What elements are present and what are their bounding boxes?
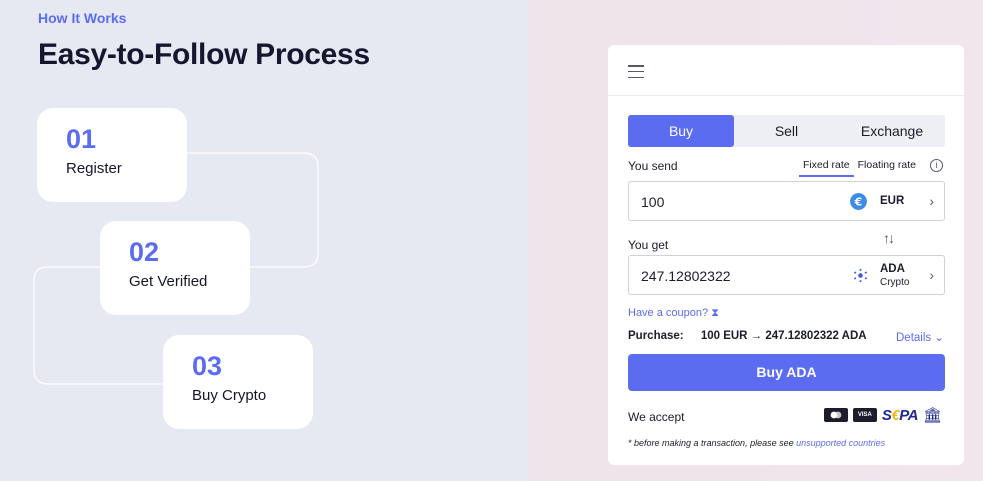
purchase-summary: Purchase: 100 EUR → 247.12802322 ADA xyxy=(628,330,867,342)
get-currency-code[interactable]: ADA xyxy=(880,263,905,275)
purchase-value: 100 EUR → 247.12802322 ADA xyxy=(700,330,867,342)
details-toggle[interactable]: Details ⌄ xyxy=(896,330,944,344)
chevron-down-icon: ⌄ xyxy=(934,332,944,344)
purchase-label: Purchase: xyxy=(628,330,684,342)
tag-icon: ⧗ xyxy=(711,307,719,319)
we-accept-label: We accept xyxy=(628,410,685,424)
step-number: 03 xyxy=(192,351,223,381)
details-label: Details xyxy=(896,332,932,344)
step-label: Get Verified xyxy=(129,273,208,290)
tab-buy[interactable]: Buy xyxy=(628,115,734,147)
step-card-register: 01 Register xyxy=(37,108,187,202)
tab-exchange[interactable]: Exchange xyxy=(839,115,945,147)
cardano-coin-icon xyxy=(854,268,867,283)
send-amount-field: 100 € EUR › xyxy=(628,181,945,221)
chevron-right-icon[interactable]: › xyxy=(929,267,934,283)
payment-methods: VISA S€PA 🏛 xyxy=(823,406,942,424)
you-send-label: You send xyxy=(628,159,678,173)
coupon-link[interactable]: Have a coupon? ⧗ xyxy=(628,307,719,320)
fixed-rate-option[interactable]: Fixed rate xyxy=(798,159,854,177)
mastercard-icon xyxy=(823,408,848,422)
step-number: 01 xyxy=(66,124,97,154)
euro-coin-icon: € xyxy=(850,193,867,210)
info-icon[interactable]: i xyxy=(930,159,943,172)
trade-mode-tabs: Buy Sell Exchange xyxy=(628,115,945,147)
step-label: Register xyxy=(66,160,122,177)
send-currency-code[interactable]: EUR xyxy=(880,195,904,207)
chevron-right-icon[interactable]: › xyxy=(929,193,934,209)
exchange-widget: Buy Sell Exchange You send Fixed rate Fl… xyxy=(608,45,964,465)
sepa-logo: S€PA xyxy=(881,406,919,424)
bank-icon: 🏛 xyxy=(922,407,942,424)
step-card-get-verified: 02 Get Verified xyxy=(100,221,250,315)
coupon-link-text: Have a coupon? xyxy=(628,307,709,319)
get-amount-value: 247.12802322 xyxy=(641,268,731,284)
step-card-buy-crypto: 03 Buy Crypto xyxy=(163,335,313,429)
floating-rate-option[interactable]: Floating rate xyxy=(854,159,920,177)
get-amount-field: 247.12802322 ADA Crypto › xyxy=(628,255,945,295)
you-get-label: You get xyxy=(628,238,669,252)
buy-ada-button[interactable]: Buy ADA xyxy=(628,354,945,391)
step-label: Buy Crypto xyxy=(192,387,267,404)
footnote-text: * before making a transaction, please se… xyxy=(628,438,794,448)
hamburger-icon[interactable] xyxy=(628,65,644,79)
tab-sell[interactable]: Sell xyxy=(734,115,839,147)
step-number: 02 xyxy=(129,237,160,267)
rate-type-toggle: Fixed rate Floating rate xyxy=(798,159,920,177)
footnote: * before making a transaction, please se… xyxy=(628,438,885,448)
unsupported-countries-link[interactable]: unsupported countries xyxy=(796,438,885,448)
get-currency-network: Crypto xyxy=(880,277,910,288)
widget-header xyxy=(608,45,964,96)
svg-text:€: € xyxy=(854,196,863,209)
swap-arrows-icon[interactable]: ↑↓ xyxy=(883,230,895,246)
visa-icon: VISA xyxy=(852,408,877,422)
send-amount-input[interactable]: 100 xyxy=(641,194,664,210)
